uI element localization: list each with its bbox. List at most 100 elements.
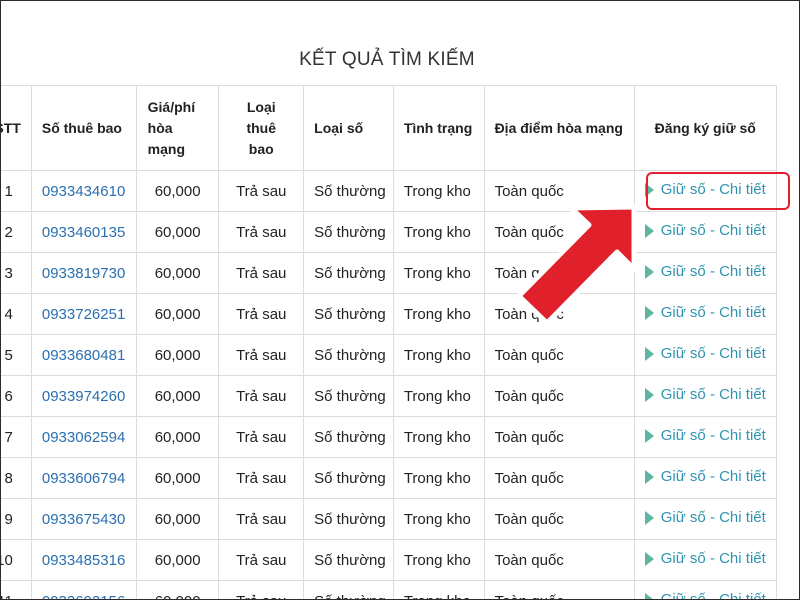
cell-phone: 0933460135 — [30, 211, 138, 253]
cell-status: Trong kho — [392, 252, 485, 294]
hold-number-label: Giữ số - Chi tiết — [660, 263, 766, 281]
cell-stt: 3 — [1, 252, 32, 294]
phone-link[interactable]: 0933692156 — [42, 593, 125, 600]
cell-status: Trong kho — [392, 334, 485, 376]
header-number-kind: Loại số — [303, 85, 394, 171]
table-row: 3 0933819730 60,000 Trả sau Số thường Trong k… — [1, 252, 778, 294]
phone-link[interactable]: 0933726251 — [42, 306, 125, 323]
table-body: 1 0933434610 60,000 Trả sau Số thường Trong k… — [1, 170, 778, 600]
cell-stt: 11 — [1, 580, 32, 599]
cell-number-kind: Số thường — [303, 334, 394, 376]
cell-place: Toàn quốc — [483, 498, 635, 540]
cell-number-kind: Số thường — [303, 580, 394, 599]
hold-number-label: Giữ số - Chi tiết — [660, 550, 766, 568]
header-status: Tình trạng — [392, 85, 485, 171]
phone-link[interactable]: 0933485316 — [42, 552, 125, 569]
cell-sub-type: Trả sau — [218, 498, 305, 540]
cell-price: 60,000 — [135, 416, 220, 458]
cell-price: 60,000 — [135, 539, 220, 581]
cell-phone: 0933680481 — [30, 334, 138, 376]
phone-link[interactable]: 0933974260 — [42, 388, 125, 405]
hold-number-link[interactable]: Giữ số - Chi tiết — [644, 509, 766, 527]
cell-stt: 7 — [1, 416, 32, 458]
header-place: Địa điểm hòa mạng — [483, 85, 635, 171]
cell-action: Giữ số - Chi tiết — [633, 211, 778, 253]
cell-number-kind: Số thường — [303, 252, 394, 294]
cell-stt: 8 — [1, 457, 32, 499]
phone-link[interactable]: 0933675430 — [42, 511, 125, 528]
phone-link[interactable]: 0933606794 — [42, 470, 125, 487]
hold-number-link[interactable]: Giữ số - Chi tiết — [644, 591, 766, 600]
hold-number-label: Giữ số - Chi tiết — [660, 509, 766, 527]
cell-status: Trong kho — [392, 498, 485, 540]
cell-sub-type: Trả sau — [218, 457, 305, 499]
hold-number-label: Giữ số - Chi tiết — [660, 591, 766, 600]
cell-phone: 0933819730 — [30, 252, 138, 294]
hold-number-link[interactable]: Giữ số - Chi tiết — [644, 468, 766, 486]
cell-stt: 1 — [1, 170, 32, 212]
cell-action: Giữ số - Chi tiết — [633, 293, 778, 335]
table-row: 2 0933460135 60,000 Trả sau Số thường Trong k… — [1, 211, 778, 253]
cell-phone: 0933692156 — [30, 580, 138, 600]
phone-link[interactable]: 0933819730 — [42, 265, 125, 282]
play-triangle-icon — [644, 428, 654, 443]
cell-sub-type: Trả sau — [218, 416, 305, 458]
cell-status: Trong kho — [392, 457, 485, 499]
cell-sub-type: Trả sau — [218, 293, 305, 335]
cell-number-kind: Số thường — [303, 539, 394, 581]
hold-number-link[interactable]: Giữ số - Chi tiết — [644, 222, 766, 239]
hold-number-link[interactable]: Giữ số - Chi tiết — [644, 263, 766, 281]
header-sub-type-label: Loại thuê bao — [246, 98, 277, 157]
cell-place: Toàn quốc — [483, 211, 635, 253]
cell-sub-type: Trả sau — [218, 334, 305, 376]
cell-price: 60,000 — [135, 375, 220, 417]
table-row: 9 0933675430 60,000 Trả sau Số thường Trong k… — [1, 498, 778, 540]
hold-number-link[interactable]: Giữ số - Chi tiết — [644, 427, 766, 445]
cell-price: 60,000 — [135, 457, 220, 499]
cell-stt: 4 — [1, 293, 32, 335]
hold-number-label: Giữ số - Chi tiết — [660, 345, 766, 363]
hold-number-link[interactable]: Giữ số - Chi tiết — [644, 304, 766, 322]
cell-number-kind: Số thường — [303, 293, 394, 335]
hold-number-link[interactable]: Giữ số - Chi tiết — [644, 386, 766, 403]
cell-action: Giữ số - Chi tiết — [633, 334, 778, 376]
cell-action: Giữ số - Chi tiết — [633, 252, 778, 294]
header-price: Giá/phí hòa mạng — [135, 85, 220, 171]
phone-link[interactable]: 0933062594 — [42, 429, 125, 446]
cell-place: Toàn quốc — [483, 457, 635, 499]
table-header-row: STT Số thuê bao Giá/phí hòa mạng Loại th… — [1, 85, 778, 171]
table-row: 11 0933692156 60,000Trả sauSố thườngTrong … — [1, 580, 778, 600]
cell-action: Giữ số - Chi tiết — [633, 498, 778, 540]
phone-link[interactable]: 0933460135 — [42, 224, 125, 241]
cell-action: Giữ số - Chi tiết — [633, 416, 778, 458]
hold-number-label: Giữ số - Chi tiết — [660, 468, 766, 486]
cell-sub-type: Trả sau — [218, 580, 305, 599]
table-row: 10 0933485316 60,000Trả sauSố thườngTrong … — [1, 539, 778, 581]
page-frame: KẾT QUẢ TÌM KIẾM STT Số thuê bao Giá/phí… — [0, 0, 800, 600]
cell-status: Trong kho — [392, 539, 485, 581]
hold-number-label: Giữ số - Chi tiết — [660, 304, 766, 322]
cell-status: Trong kho — [392, 375, 485, 417]
cell-place: Toàn quốc — [483, 170, 635, 212]
phone-link[interactable]: 0933680481 — [42, 347, 125, 364]
cell-status: Trong kho — [392, 170, 485, 212]
cell-stt: 9 — [1, 498, 32, 540]
phone-link[interactable]: 0933434610 — [42, 183, 125, 200]
cell-number-kind: Số thường — [303, 416, 394, 458]
cell-sub-type: Trả sau — [218, 252, 305, 294]
header-price-label: Giá/phí hòa mạng — [147, 98, 196, 157]
header-stt: STT — [1, 85, 32, 171]
cell-phone: 0933062594 — [30, 416, 138, 458]
cell-price: 60,000 — [135, 334, 220, 376]
cell-action: Giữ số - Chi tiết — [633, 457, 778, 499]
cell-phone: 0933974260 — [30, 375, 138, 417]
cell-sub-type: Trả sau — [218, 539, 305, 581]
play-triangle-icon — [644, 223, 654, 238]
hold-number-label: Giữ số - Chi tiết — [660, 427, 766, 445]
hold-number-link[interactable]: Giữ số - Chi tiết — [644, 345, 766, 363]
cell-stt: 6 — [1, 375, 32, 417]
play-triangle-icon — [644, 592, 654, 599]
cell-phone: 0933606794 — [30, 457, 138, 499]
cell-number-kind: Số thường — [303, 211, 394, 253]
hold-number-link[interactable]: Giữ số - Chi tiết — [644, 550, 766, 568]
